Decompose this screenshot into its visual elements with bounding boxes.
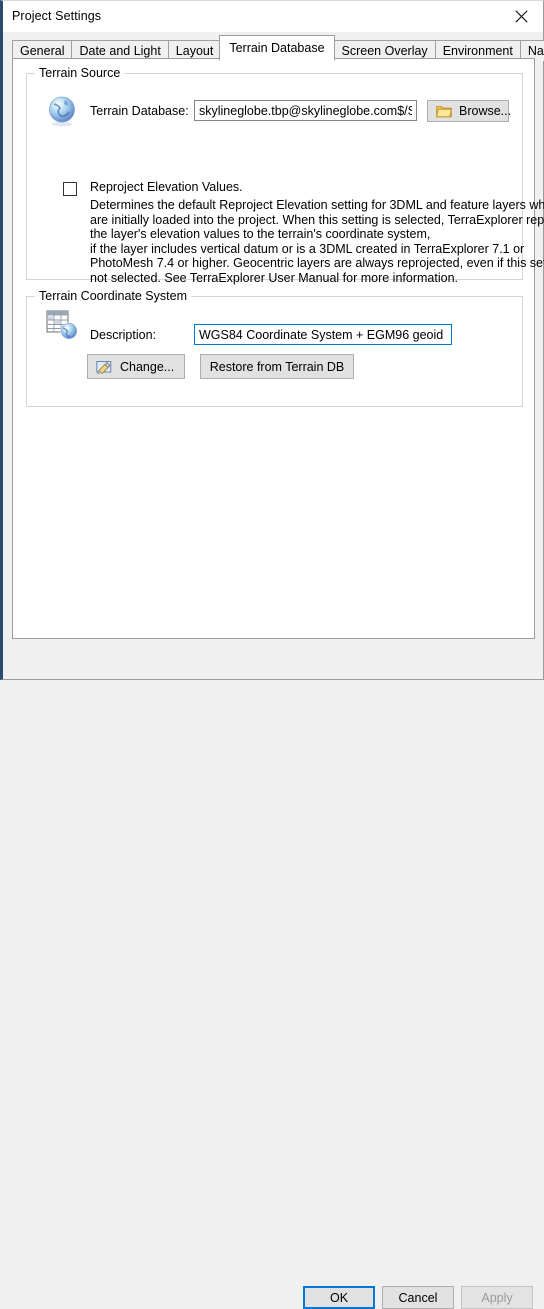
description-line: PhotoMesh 7.4 or higher. Geocentric laye… (90, 256, 544, 270)
browse-button[interactable]: Browse... (427, 100, 512, 122)
coordinate-system-description-input[interactable] (194, 324, 452, 345)
cancel-button-label: Cancel (398, 1290, 438, 1305)
description-line: the layer's elevation values to the terr… (90, 227, 431, 241)
terrain-coordinate-system-group: Terrain Coordinate System Description: W… (26, 289, 523, 407)
cancel-button[interactable]: Cancel (382, 1286, 454, 1309)
close-icon[interactable] (499, 1, 543, 31)
tab-list: General Date and Light Layout Terrain Da… (12, 32, 544, 61)
terrain-database-label: Terrain Database: (90, 104, 189, 118)
title-bar: Project Settings (3, 1, 543, 32)
reproject-elevation-checkbox[interactable] (63, 182, 77, 196)
ok-button[interactable]: OK (303, 1286, 375, 1309)
tab-strip: General Date and Light Layout Terrain Da… (3, 32, 544, 61)
apply-button-label: Apply (481, 1290, 513, 1305)
dialog-footer: OK Cancel Apply (3, 637, 543, 1309)
window-title: Project Settings (12, 9, 102, 23)
restore-from-terrain-db-button[interactable]: Restore from Terrain DB (200, 354, 354, 379)
restore-button-label: Restore from Terrain DB (209, 359, 345, 374)
description-line: if the layer includes vertical datum or … (90, 241, 525, 256)
description-line: Determines the default Reproject Elevati… (90, 198, 544, 212)
folder-icon (436, 104, 452, 118)
terrain-source-group-title: Terrain Source (35, 66, 125, 80)
description-label: Description: (90, 328, 156, 342)
terrain-database-input[interactable] (194, 100, 417, 121)
tab-page-terrain-database: Terrain Source Terrain Database: skyline… (12, 58, 544, 639)
change-button[interactable]: Change... (87, 354, 185, 379)
tab-terrain-database[interactable]: Terrain Database (219, 35, 335, 61)
description-line: are initially loaded into the project. W… (90, 212, 544, 227)
apply-button: Apply (461, 1286, 533, 1309)
grid-globe-icon (45, 309, 79, 343)
ok-button-label: OK (329, 1290, 349, 1305)
project-settings-dialog: Project Settings General Date and Light … (0, 0, 544, 1309)
coordinate-system-group-title: Terrain Coordinate System (35, 289, 191, 303)
terrain-source-group: Terrain Source Terrain Database: skyline… (26, 66, 544, 285)
edit-icon (96, 359, 113, 375)
browse-button-label: Browse... (459, 104, 512, 118)
reproject-elevation-description: Determines the default Reproject Elevati… (90, 198, 544, 285)
change-button-label: Change... (120, 359, 175, 374)
description-line: not selected. See TerraExplorer User Man… (90, 270, 458, 285)
reproject-elevation-label: Reproject Elevation Values. (90, 180, 243, 194)
globe-icon (45, 94, 79, 128)
